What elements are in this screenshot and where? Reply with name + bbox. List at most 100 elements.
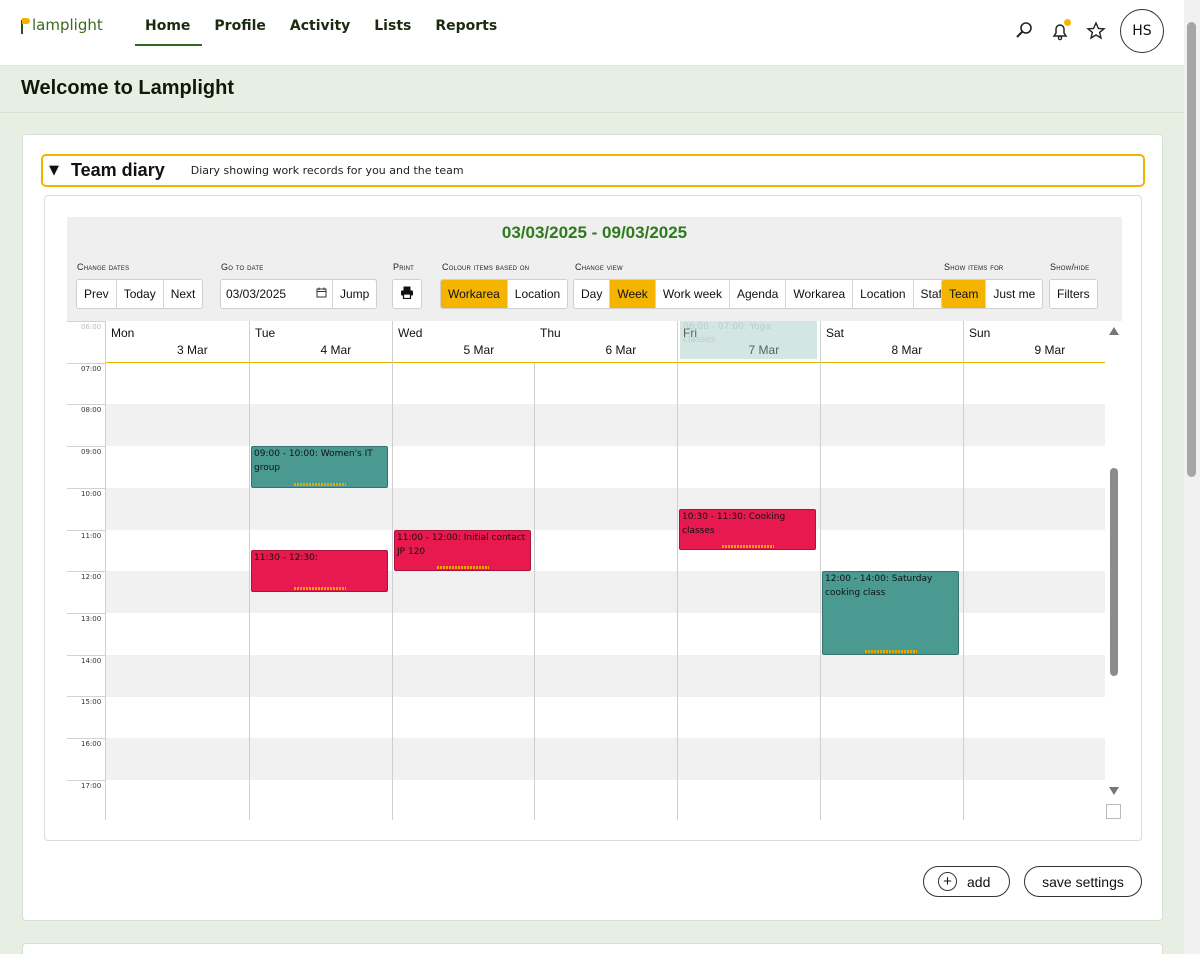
day-name: Wed [398, 326, 423, 340]
hour-band [106, 404, 1106, 447]
view-location-button[interactable]: Location [853, 280, 914, 308]
day-column-divider [820, 321, 821, 820]
user-avatar[interactable]: HS [1120, 9, 1164, 53]
scroll-thumb[interactable] [1110, 468, 1118, 676]
time-label: 13:00 [81, 614, 102, 623]
view-workarea-button[interactable]: Workarea [786, 280, 854, 308]
search-icon[interactable] [1012, 19, 1036, 43]
view-week-button[interactable]: Week [610, 280, 656, 308]
day-date: 9 Mar [1034, 343, 1066, 357]
change-view-label: Change view [575, 262, 623, 272]
print-button[interactable] [393, 280, 421, 308]
grid-scrollbar[interactable] [1105, 321, 1122, 820]
event-text: 10:30 - 11:30: Cooking classes [682, 511, 786, 536]
add-button[interactable]: + add [923, 866, 1010, 897]
diary-panel: 03/03/2025 - 09/03/2025 Change dates Pre… [44, 195, 1142, 841]
week-rows: 09:00 - 10:00: Women's IT group 11:30 - 1… [105, 321, 1106, 820]
view-agenda-button[interactable]: Agenda [729, 280, 787, 308]
resize-handle-icon[interactable] [1106, 804, 1121, 819]
week-grid[interactable]: 06:00 07:00 08:00 09:00 10:00 11:00 12:00 13:00… [67, 321, 1122, 820]
day-column-divider [677, 321, 678, 820]
date-range: 03/03/2025 - 09/03/2025 [501, 223, 688, 242]
lamplight-logo[interactable]: lamplight [20, 16, 103, 34]
goto-date-label: Go to date [221, 262, 264, 272]
time-label: 07:00 [81, 364, 102, 373]
collapse-caret-icon: ▼ [49, 163, 59, 178]
dashboard-card: ▼ Team diary Diary showing work records … [22, 134, 1163, 921]
nav-profile[interactable]: Profile [202, 18, 277, 46]
nav-home[interactable]: Home [135, 18, 203, 46]
time-column: 06:00 07:00 08:00 09:00 10:00 11:00 12:00 13:00… [67, 321, 105, 820]
time-tick [67, 571, 105, 573]
show-team-button[interactable]: Team [942, 280, 987, 308]
diary-event[interactable]: 11:30 - 12:30: [251, 550, 388, 593]
page-scrollbar[interactable] [1184, 0, 1200, 954]
ghost-event[interactable]: 06:00 - 07:00: Yoga classes [680, 321, 817, 359]
jump-button[interactable]: Jump [333, 280, 377, 308]
time-tick [67, 404, 105, 406]
time-tick [67, 738, 105, 739]
notification-dot [1064, 19, 1071, 26]
day-header[interactable]: Sun 9 Mar [964, 321, 1106, 363]
diary-event[interactable]: 11:00 - 12:00: Initial contact JP 120 [394, 529, 531, 572]
show-items-label: Show items for [944, 262, 1004, 272]
event-marker [722, 545, 774, 549]
team-diary-title: Team diary [71, 160, 165, 180]
nav-lists[interactable]: Lists [362, 18, 423, 46]
time-tick [67, 696, 105, 698]
colour-location-button[interactable]: Location [507, 280, 568, 308]
plus-icon: + [938, 872, 957, 891]
view-workweek-button[interactable]: Work week [655, 280, 730, 308]
calendar-icon[interactable] [316, 287, 327, 301]
colour-items-label: Colour items based on [442, 262, 530, 272]
time-tick [67, 779, 105, 781]
hour-band [106, 654, 1106, 697]
colour-workarea-button[interactable]: Workarea [441, 280, 508, 308]
day-header[interactable]: Sat 8 Mar [821, 321, 963, 363]
day-name: Sun [969, 326, 991, 340]
star-icon[interactable] [1084, 19, 1108, 43]
day-date: 4 Mar [320, 343, 352, 357]
day-name: Tue [255, 326, 276, 340]
scroll-down-arrow-icon[interactable] [1109, 787, 1119, 795]
day-header[interactable]: Fri 7 Mar 06:00 - 07:00: Yoga classes [678, 321, 820, 363]
bell-icon[interactable] [1048, 19, 1072, 43]
team-diary-header[interactable]: ▼ Team diary Diary showing work records … [41, 154, 1145, 187]
day-date: 3 Mar [177, 343, 208, 357]
page-scroll-thumb[interactable] [1187, 22, 1196, 477]
diary-event[interactable]: 12:00 - 14:00: Saturday cooking class [822, 571, 959, 655]
show-items-group: Team Just me [941, 279, 1044, 309]
diary-event[interactable]: 10:30 - 11:30: Cooking classes [679, 508, 816, 551]
scroll-up-arrow-icon[interactable] [1109, 327, 1119, 335]
save-settings-button[interactable]: save settings [1024, 866, 1142, 897]
time-label: 14:00 [81, 656, 102, 665]
day-date: 6 Mar [605, 343, 637, 357]
nav-reports[interactable]: Reports [423, 18, 509, 46]
day-header[interactable]: Tue 4 Mar [250, 321, 392, 363]
day-header[interactable]: Mon 3 Mar [106, 321, 249, 363]
time-label: 12:00 [81, 573, 102, 582]
add-label: add [967, 873, 991, 890]
nav-activity[interactable]: Activity [278, 18, 362, 46]
diary-event[interactable]: 09:00 - 10:00: Women's IT group [251, 446, 388, 488]
day-header[interactable]: Wed 5 Mar [393, 321, 535, 363]
colour-items-group: Workarea Location [440, 279, 569, 309]
print-group [392, 279, 422, 309]
team-diary-subtitle: Diary showing work records for you and t… [190, 164, 464, 177]
next-button[interactable]: Next [163, 280, 203, 308]
day-header[interactable]: Thu 6 Mar [535, 321, 677, 363]
show-justme-button[interactable]: Just me [986, 280, 1043, 308]
goto-date-input[interactable]: 03/03/2025 [221, 280, 333, 308]
time-tick [67, 446, 105, 448]
event-marker [865, 649, 917, 653]
time-label: 16:00 [81, 740, 102, 748]
today-button[interactable]: Today [116, 280, 164, 308]
event-text: 11:00 - 12:00: Initial contact JP 120 [397, 532, 526, 557]
page-title: Welcome to Lamplight [21, 77, 234, 99]
day-column-divider [963, 321, 964, 820]
prev-button[interactable]: Prev [77, 280, 117, 308]
view-day-button[interactable]: Day [574, 280, 611, 308]
filters-button[interactable]: Filters [1050, 280, 1097, 308]
event-text: 12:00 - 14:00: Saturday cooking class [825, 574, 933, 599]
calendar-toolbar: 03/03/2025 - 09/03/2025 Change dates Pre… [67, 217, 1122, 321]
